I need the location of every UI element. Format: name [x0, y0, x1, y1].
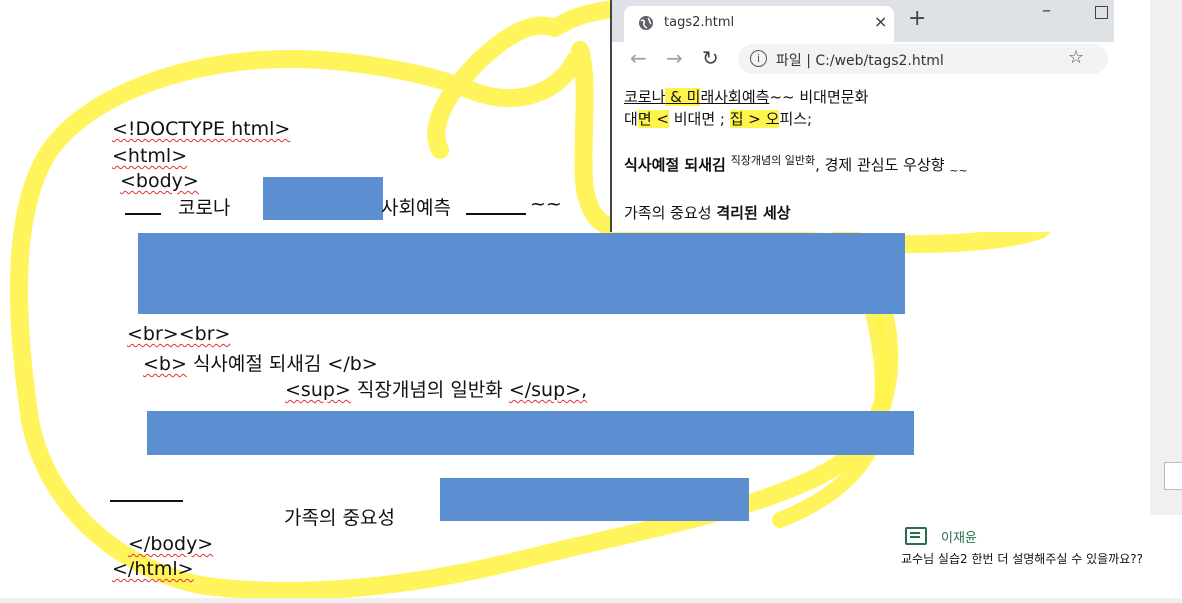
- plain-text: 비대면 ;: [668, 110, 730, 128]
- plain-text: ~~ 비대면문화: [769, 88, 869, 106]
- underlined-text: 래사회예측: [700, 88, 770, 106]
- code-sup-close: </sup>,: [508, 379, 588, 401]
- answer-box-3: [147, 411, 914, 455]
- blank-line-2: [110, 500, 183, 502]
- browser-window: tags2.html × + – ← → ↻ i 파일 | C:/web/tag…: [610, 0, 1114, 232]
- plain-text: 피스;: [779, 110, 813, 128]
- entity-text: 집 >: [729, 110, 761, 128]
- plain-text: 가족의 중요성: [624, 204, 717, 222]
- entity-text: 오: [760, 110, 780, 128]
- answer-box-2: [138, 233, 905, 314]
- tab-bar: tags2.html × + –: [612, 0, 1114, 42]
- answer-box-4: [440, 478, 749, 521]
- content-line-1: 코로나 & 미래사회예측~~ 비대면문화: [624, 86, 868, 107]
- code-br: <br><br>: [127, 323, 231, 345]
- new-tab-button[interactable]: +: [908, 6, 926, 31]
- bottom-bar: [0, 598, 1182, 603]
- code-html-close: </html>: [112, 558, 194, 580]
- chat-message: 교수님 실습2 한번 더 설명해주실 수 있을까요??: [901, 552, 1143, 566]
- answer-box-1: [263, 177, 383, 220]
- code-b-text: 식사예절 되새김: [192, 353, 322, 375]
- reload-button[interactable]: ↻: [702, 46, 719, 70]
- bold-text: 격리된 세상: [716, 204, 791, 222]
- content-line-2: 대면 < 비대면 ; 집 > 오피스;: [624, 108, 812, 129]
- chat-notification[interactable]: 이재윤 교수님 실습2 한번 더 설명해주실 수 있을까요??: [895, 515, 1182, 603]
- content-line-3: 식사예절 되새김 직장개념의 일반화, 경제 관심도 우상향 ~~: [624, 152, 968, 177]
- back-button[interactable]: ←: [630, 46, 647, 70]
- url-separator: |: [806, 53, 811, 69]
- info-icon[interactable]: i: [750, 50, 767, 67]
- underlined-text: & 미: [665, 88, 701, 106]
- globe-icon: [639, 16, 653, 30]
- browser-toolbar: ← → ↻ i 파일 | C:/web/tags2.html ☆: [612, 42, 1114, 78]
- code-line1-word: 코로나: [178, 197, 231, 219]
- tab-title: tags2.html: [664, 15, 735, 30]
- code-line1-tilde: ~~: [530, 193, 562, 215]
- code-sup-line: <sup> 직장개념의 일반화 </sup>,: [285, 375, 587, 402]
- code-html-open: <html>: [112, 145, 188, 167]
- code-body-open: <body>: [120, 170, 199, 192]
- content-line-4: 가족의 중요성 격리된 세상: [624, 202, 791, 223]
- code-line1-after: 사회예측: [381, 197, 451, 219]
- plain-text: , 경제 관심도 우상향: [815, 156, 945, 174]
- code-b-close: </b>: [327, 353, 378, 375]
- code-sup-open: <sup>: [285, 379, 351, 401]
- code-b-line: <b> 식사예절 되새김 </b>: [143, 349, 378, 376]
- code-body-close: </body>: [128, 533, 214, 555]
- url-prefix: 파일: [776, 53, 802, 69]
- maximize-button[interactable]: [1095, 6, 1108, 19]
- code-b-open: <b>: [143, 353, 187, 375]
- scrollbar-thumb[interactable]: [1164, 462, 1182, 490]
- tab-tags2[interactable]: tags2.html ×: [624, 6, 894, 42]
- code-sup-text: 직장개념의 일반화: [356, 379, 503, 401]
- slide: <!DOCTYPE html> <html> <body> 코로나 사회예측 ~…: [0, 0, 1182, 603]
- page-content: 코로나 & 미래사회예측~~ 비대면문화 대면 < 비대면 ; 집 > 오피스;…: [612, 78, 1114, 232]
- address-bar[interactable]: i 파일 | C:/web/tags2.html ☆: [738, 44, 1108, 74]
- scrollbar[interactable]: [1150, 0, 1182, 515]
- plain-text: 대: [624, 110, 638, 128]
- code-doctype: <!DOCTYPE html>: [112, 118, 291, 140]
- underlined-text: 코로나: [624, 88, 666, 106]
- blank-line-1a: [125, 213, 161, 215]
- star-icon[interactable]: ☆: [1068, 47, 1084, 68]
- superscript-text: 직장개념의 일반화: [730, 154, 816, 167]
- chat-icon: [905, 527, 927, 545]
- close-icon[interactable]: ×: [874, 12, 887, 31]
- entity-text: 면 <: [637, 110, 669, 128]
- blank-line-1b: [466, 213, 526, 215]
- address-text: 파일 | C:/web/tags2.html: [776, 50, 944, 70]
- subscript-text: ~~: [949, 164, 968, 177]
- chat-sender: 이재윤: [941, 531, 977, 546]
- forward-button[interactable]: →: [666, 46, 683, 70]
- bold-text: 식사예절 되새김: [624, 156, 726, 174]
- minimize-button[interactable]: –: [1042, 0, 1051, 21]
- url-text: C:/web/tags2.html: [815, 53, 944, 69]
- code-family: 가족의 중요성: [284, 507, 395, 529]
